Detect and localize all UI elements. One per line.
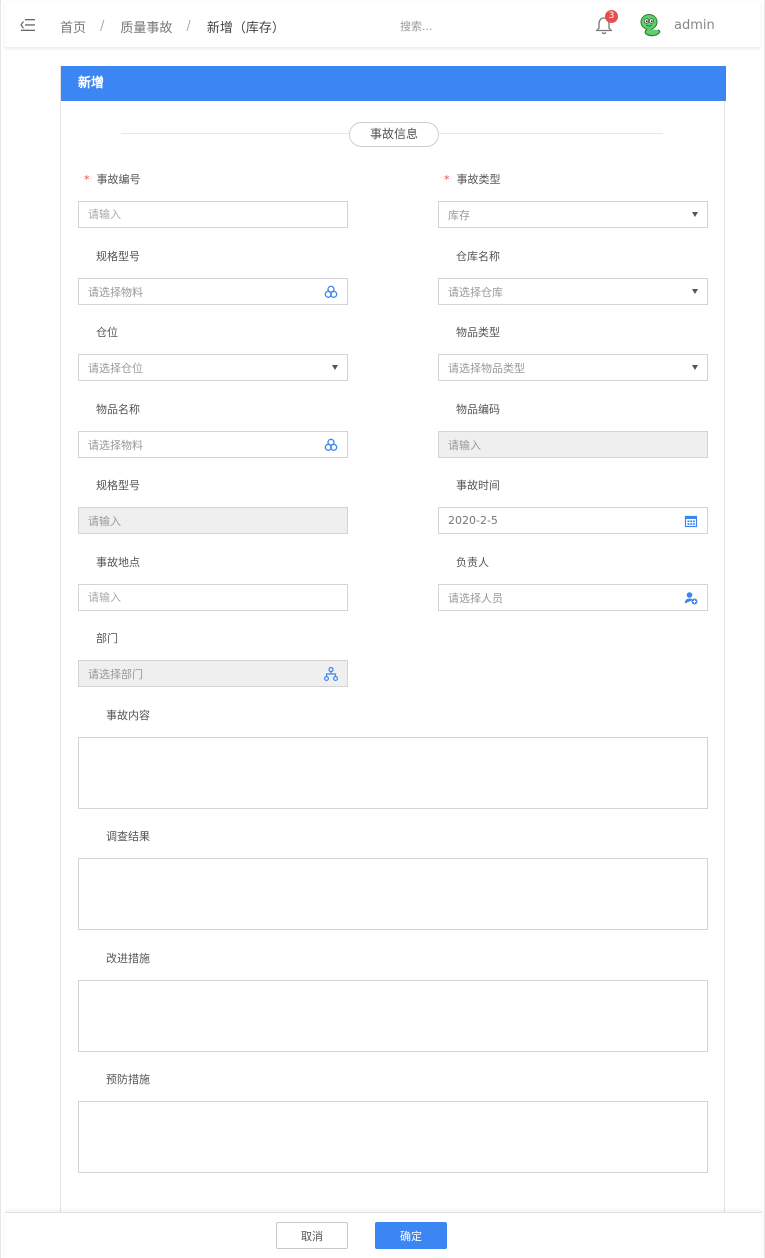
label-accident-time: 事故时间 <box>456 479 500 492</box>
label-spec-model-2: 规格型号 <box>96 479 140 492</box>
cubes-icon[interactable] <box>324 438 338 452</box>
user-add-icon[interactable] <box>684 591 698 605</box>
item-name-picker[interactable]: 请选择物料 <box>78 431 348 458</box>
accident-place-input[interactable] <box>88 591 338 604</box>
location-placeholder: 请选择仓位 <box>88 361 143 375</box>
responsible-picker[interactable]: 请选择人员 <box>438 584 708 611</box>
breadcrumb-home[interactable]: 首页 <box>60 17 86 36</box>
breadcrumb-separator: / <box>186 18 191 34</box>
calendar-icon[interactable] <box>684 514 698 528</box>
caret-down-icon <box>692 289 698 294</box>
menu-fold-icon[interactable] <box>20 17 36 33</box>
label-content: 事故内容 <box>106 709 150 722</box>
breadcrumb-current: 新增（库存） <box>206 20 285 36</box>
label-prevention: 预防措施 <box>106 1073 150 1086</box>
accident-time-value: 2020-2-5 <box>448 514 498 527</box>
label-item-type: 物品类型 <box>456 326 500 339</box>
label-accident-type: * 事故类型 <box>444 173 501 186</box>
section-title: 事故信息 <box>349 122 439 147</box>
accident-place-field[interactable] <box>78 584 348 611</box>
card-title: 新增 <box>61 66 726 101</box>
top-bar: 首页 / 质量事故 / 新增（库存） 3 admin <box>5 2 760 48</box>
spec-model-2-placeholder: 请输入 <box>88 514 121 528</box>
notification-badge: 3 <box>605 10 618 23</box>
label-item-code: 物品编码 <box>456 403 500 416</box>
section-divider: 事故信息 <box>121 122 663 147</box>
form-card: 新增 事故信息 *事故编号 *事故类型 库存 规格型号 请选择物料 <box>60 66 726 1216</box>
label-department: 部门 <box>96 632 118 645</box>
avatar[interactable] <box>637 12 665 40</box>
location-select[interactable]: 请选择仓位 <box>78 354 348 381</box>
label-spec-model: 规格型号 <box>96 250 140 263</box>
prevention-textarea[interactable] <box>78 1101 708 1173</box>
org-tree-icon[interactable] <box>324 666 338 681</box>
label-investigation: 调查结果 <box>106 830 150 843</box>
cubes-icon[interactable] <box>324 285 338 299</box>
item-type-placeholder: 请选择物品类型 <box>448 361 525 375</box>
spec-model-placeholder: 请选择物料 <box>88 285 143 299</box>
confirm-button[interactable]: 确定 <box>375 1222 447 1249</box>
caret-down-icon <box>692 365 698 370</box>
username[interactable]: admin <box>674 18 715 33</box>
accident-no-field[interactable] <box>78 201 348 228</box>
warehouse-placeholder: 请选择仓库 <box>448 285 503 299</box>
breadcrumb: 首页 / 质量事故 / 新增（库存） <box>60 16 285 36</box>
accident-type-select[interactable]: 库存 <box>438 201 708 228</box>
spec-model-picker[interactable]: 请选择物料 <box>78 278 348 305</box>
footer-bar: 取消 确定 <box>5 1212 762 1258</box>
item-code-placeholder: 请输入 <box>448 438 481 452</box>
item-type-select[interactable]: 请选择物品类型 <box>438 354 708 381</box>
caret-down-icon <box>692 212 698 217</box>
notification-bell[interactable]: 3 <box>595 10 618 38</box>
breadcrumb-quality-accident[interactable]: 质量事故 <box>120 17 172 36</box>
cancel-button[interactable]: 取消 <box>276 1222 348 1249</box>
item-name-placeholder: 请选择物料 <box>88 438 143 452</box>
breadcrumb-separator: / <box>100 18 105 34</box>
page: 首页 / 质量事故 / 新增（库存） 3 admin 新增 <box>0 0 765 1258</box>
label-location: 仓位 <box>96 326 118 339</box>
search-input[interactable] <box>400 15 520 37</box>
label-accident-place: 事故地点 <box>96 556 140 569</box>
label-improvement: 改进措施 <box>106 952 150 965</box>
accident-time-picker[interactable]: 2020-2-5 <box>438 507 708 534</box>
warehouse-select[interactable]: 请选择仓库 <box>438 278 708 305</box>
investigation-textarea[interactable] <box>78 858 708 930</box>
label-accident-no: * 事故编号 <box>84 173 141 186</box>
department-picker[interactable]: 请选择部门 <box>78 660 348 687</box>
item-code-field: 请输入 <box>438 431 708 458</box>
responsible-placeholder: 请选择人员 <box>448 591 503 605</box>
accident-type-value: 库存 <box>448 208 470 222</box>
content-textarea[interactable] <box>78 737 708 809</box>
caret-down-icon <box>332 365 338 370</box>
label-responsible: 负责人 <box>456 556 489 569</box>
label-item-name: 物品名称 <box>96 403 140 416</box>
improvement-textarea[interactable] <box>78 980 708 1052</box>
department-placeholder: 请选择部门 <box>88 667 143 681</box>
spec-model-2-field: 请输入 <box>78 507 348 534</box>
label-warehouse-name: 仓库名称 <box>456 250 500 263</box>
accident-no-input[interactable] <box>88 208 338 221</box>
